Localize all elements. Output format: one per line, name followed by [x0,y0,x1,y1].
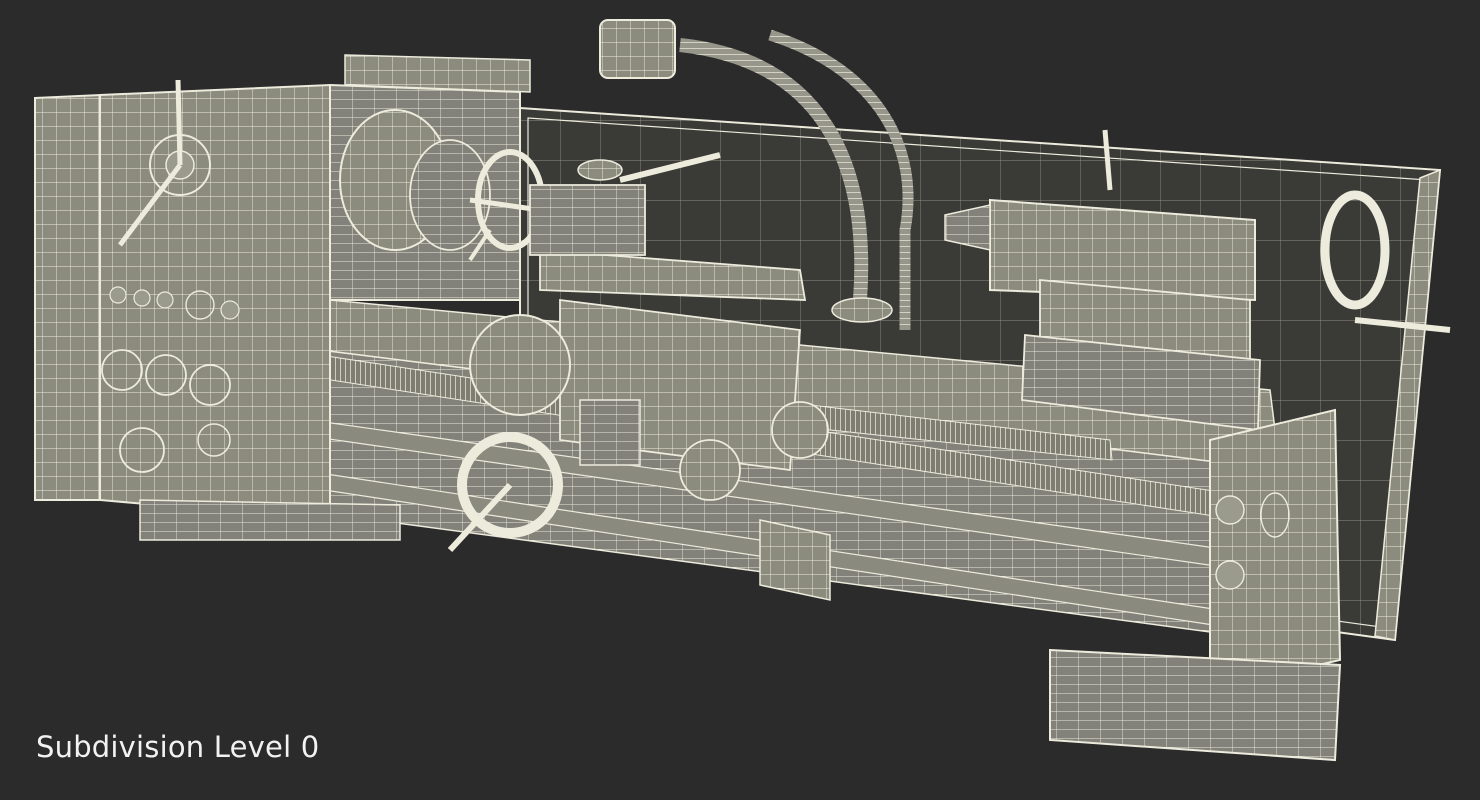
render-viewport: Subdivision Level 0 [0,0,1480,800]
lathe-wireframe-render [34,19,1451,762]
caption-label: Subdivision Level 0 [36,730,320,764]
